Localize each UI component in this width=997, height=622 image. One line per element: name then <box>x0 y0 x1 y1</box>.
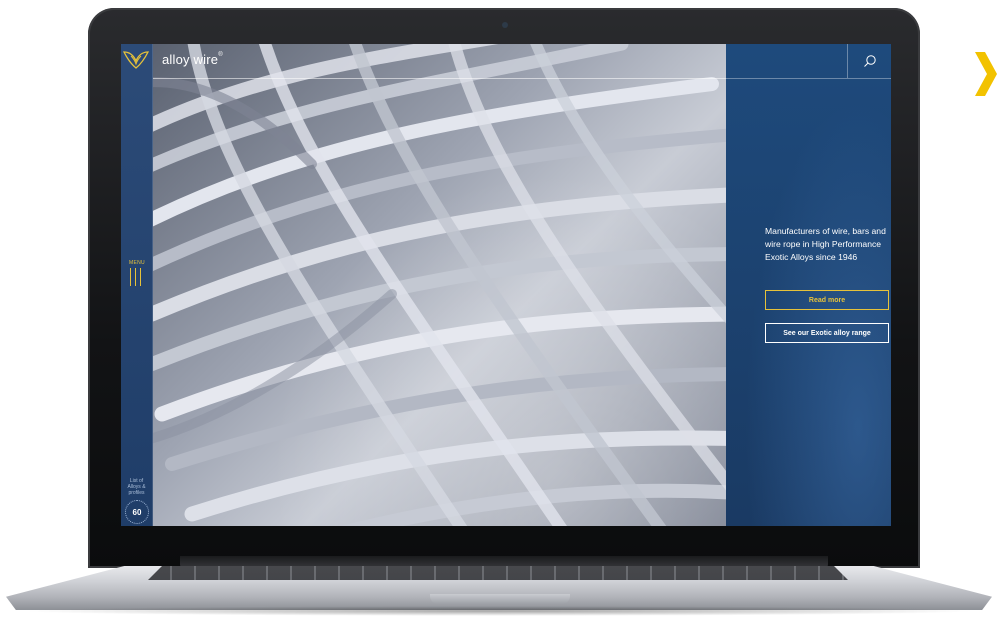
read-more-button[interactable]: Read more <box>765 290 889 310</box>
header-divider <box>152 78 726 79</box>
alloy-range-label: See our Exotic alloy range <box>783 329 871 337</box>
brand-name[interactable]: alloy wire® <box>162 52 223 67</box>
panel-header-divider <box>726 78 891 79</box>
alloy-range-button[interactable]: See our Exotic alloy range <box>765 323 889 343</box>
hero-tagline: Manufacturers of wire, bars and wire rop… <box>765 226 886 262</box>
laptop-screen: MENU List of Alloys & profiles 60 alloy … <box>121 44 891 526</box>
menu-icon[interactable] <box>129 268 143 288</box>
read-more-label: Read more <box>808 296 846 304</box>
camera-icon <box>502 22 508 28</box>
wire-coil-graphic <box>152 44 726 526</box>
search-button[interactable] <box>847 44 891 78</box>
badge-text: 60 <box>132 507 142 517</box>
menu-label[interactable]: MENU <box>125 260 149 266</box>
laptop-shadow <box>20 606 978 616</box>
chevron-right-icon[interactable] <box>975 52 997 96</box>
search-icon <box>864 55 876 67</box>
hero-image <box>152 44 726 526</box>
laptop-keyboard-edge <box>148 566 848 580</box>
intro-panel <box>726 44 891 526</box>
sidebar: MENU List of Alloys & profiles 60 <box>121 44 153 526</box>
registered-mark: ® <box>218 52 223 58</box>
alloy-list-link[interactable]: List of Alloys & profiles <box>123 478 150 496</box>
sixty-badge[interactable]: 60 <box>125 500 149 524</box>
alloy-list-line: profiles <box>128 490 145 496</box>
brand-text: alloy wire <box>162 52 219 67</box>
logo-icon[interactable] <box>123 50 149 70</box>
laptop-opening-notch <box>430 594 570 604</box>
